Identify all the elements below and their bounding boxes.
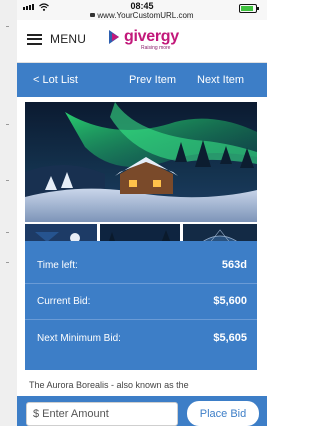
- current-bid-row: Current Bid: $5,600: [37, 295, 247, 307]
- lock-icon: [90, 12, 96, 17]
- info-divider: [25, 283, 257, 284]
- next-min-bid-value: $5,605: [213, 332, 247, 344]
- app-header: MENU givergy Raising more: [17, 20, 267, 63]
- info-divider: [25, 319, 257, 320]
- logo-mark-icon: [109, 30, 119, 44]
- status-time: 08:45: [130, 1, 154, 11]
- address-bar[interactable]: www.YourCustomURL.com: [17, 11, 267, 20]
- main-lot-image[interactable]: [25, 102, 257, 222]
- time-left-row: Time left: 563d: [37, 259, 247, 271]
- mobile-viewport: 08:45 www.YourCustomURL.com MENU givergy…: [17, 0, 267, 426]
- logo-tagline: Raising more: [141, 45, 171, 51]
- time-left-label: Time left:: [37, 259, 78, 271]
- current-bid-value: $5,600: [213, 295, 247, 307]
- givergy-logo[interactable]: givergy Raising more: [107, 28, 179, 51]
- address-url: www.YourCustomURL.com: [97, 11, 194, 20]
- logo-text: givergy: [124, 28, 179, 45]
- menu-button[interactable]: MENU: [27, 32, 86, 46]
- next-min-bid-label: Next Minimum Bid:: [37, 332, 121, 344]
- lot-description-snippet: The Aurora Borealis - also known as the: [29, 380, 189, 390]
- prev-item-link[interactable]: Prev Item: [129, 74, 176, 86]
- aurora-cabin-image: [25, 102, 257, 222]
- current-bid-label: Current Bid:: [37, 295, 91, 307]
- time-left-value: 563d: [221, 259, 247, 271]
- lot-list-link[interactable]: < Lot List: [33, 74, 78, 86]
- screenshot-frame: 08:45 www.YourCustomURL.com MENU givergy…: [0, 0, 267, 426]
- window-side-strip: [0, 0, 18, 426]
- bid-info-panel: Time left: 563d Current Bid: $5,600 Next…: [25, 241, 257, 370]
- hamburger-icon: [27, 33, 42, 45]
- status-bar: 08:45 www.YourCustomURL.com: [17, 0, 267, 20]
- bid-form-bar: Place Bid: [17, 396, 267, 426]
- menu-label: MENU: [50, 32, 87, 46]
- next-item-link[interactable]: Next Item: [197, 74, 244, 86]
- place-bid-button[interactable]: Place Bid: [187, 401, 259, 426]
- item-navigation-bar: < Lot List Prev Item Next Item: [17, 63, 267, 97]
- image-gallery: [25, 102, 257, 257]
- next-min-bid-row: Next Minimum Bid: $5,605: [37, 332, 247, 344]
- bid-amount-input[interactable]: [26, 402, 178, 426]
- battery-icon: [239, 4, 259, 13]
